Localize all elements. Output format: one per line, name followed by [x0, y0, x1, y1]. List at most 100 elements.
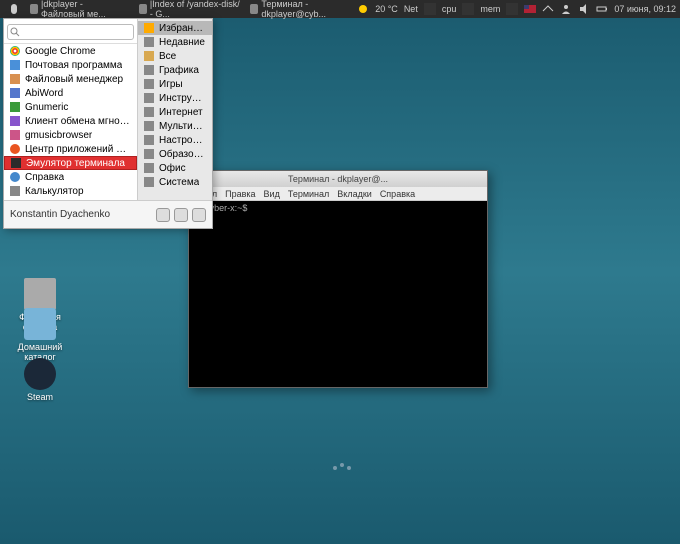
globe-icon [139, 4, 147, 14]
menu-category-item[interactable]: Игры [138, 77, 212, 91]
category-icon [144, 149, 154, 159]
app-menu-button[interactable] [4, 0, 24, 19]
menu-app-item[interactable]: gmusicbrowser [4, 128, 137, 142]
app-icon [10, 186, 20, 196]
loading-spinner [330, 462, 354, 474]
app-label: Почтовая программа [25, 60, 122, 71]
battery-icon[interactable] [596, 3, 608, 15]
category-icon [144, 107, 154, 117]
menu-category-item[interactable]: Недавние [138, 35, 212, 49]
app-label: Эмулятор терминала [26, 158, 125, 169]
desktop-icon-image [24, 308, 56, 340]
terminal-body[interactable]: r@cyber-x:~$ [189, 201, 487, 387]
menu-category-item[interactable]: Образование [138, 147, 212, 161]
menu-category-item[interactable]: Мультимедиа [138, 119, 212, 133]
task-item[interactable]: Терминал - dkplayer@cyb... [246, 0, 357, 19]
term-menu-edit[interactable]: Правка [225, 189, 255, 199]
menu-category-item[interactable]: Все [138, 49, 212, 63]
username-label: Konstantin Dyachenko [10, 209, 110, 220]
desktop-icon[interactable]: Домашний каталог [10, 308, 70, 362]
menu-app-item[interactable]: Калькулятор [4, 184, 137, 198]
app-icon [10, 116, 20, 126]
app-label: gmusicbrowser [25, 130, 92, 141]
cpu-graph-icon [462, 3, 474, 15]
menu-app-item[interactable]: AbiWord [4, 86, 137, 100]
category-label: Инструменты [159, 93, 206, 104]
menu-search-bar [4, 21, 137, 44]
category-label: Образование [159, 149, 206, 160]
menu-category-item[interactable]: Настройки [138, 133, 212, 147]
task-label: Терминал - dkplayer@cyb... [261, 0, 353, 19]
menu-category-item[interactable]: Инструменты [138, 91, 212, 105]
menu-app-item[interactable]: Gnumeric [4, 100, 137, 114]
category-label: Офис [159, 163, 186, 174]
task-label: |dkplayer - Файловый ме... [41, 0, 129, 19]
app-icon [10, 130, 20, 140]
terminal-title: Терминал - dkplayer@... [288, 174, 388, 184]
weather-text[interactable]: 20 °C [375, 4, 398, 14]
term-menu-help[interactable]: Справка [380, 189, 415, 199]
task-label: |Index of /yandex-disk/ - G... [150, 0, 240, 19]
menu-app-item[interactable]: Файловый менеджер [4, 72, 137, 86]
clock[interactable]: 07 июня, 09:12 [614, 4, 676, 14]
desktop-icon-image [24, 278, 56, 310]
app-icon [10, 102, 20, 112]
terminal-icon [250, 4, 258, 14]
system-tray: 20 °C Net cpu mem 07 июня, 09:12 [357, 3, 676, 15]
user-icon[interactable] [560, 3, 572, 15]
cpu-label[interactable]: cpu [442, 4, 457, 14]
folder-icon [30, 4, 38, 14]
menu-footer: Konstantin Dyachenko [4, 200, 212, 228]
menu-search-input[interactable] [7, 24, 134, 40]
app-icon [10, 144, 20, 154]
task-item[interactable]: |Index of /yandex-disk/ - G... [135, 0, 245, 19]
app-label: Справка [25, 172, 64, 183]
category-icon [144, 121, 154, 131]
menu-app-item[interactable]: Почтовая программа [4, 58, 137, 72]
mem-label[interactable]: mem [480, 4, 500, 14]
menu-app-item[interactable]: Эмулятор терминала [4, 156, 137, 170]
term-menu-tabs[interactable]: Вкладки [337, 189, 372, 199]
desktop-icon[interactable]: Steam [10, 358, 70, 402]
network-icon[interactable] [542, 3, 554, 15]
power-button[interactable] [192, 208, 206, 222]
menu-categories-pane: ИзбранноеНедавниеВсеГрафика Игры Инструмен… [137, 19, 212, 200]
terminal-window[interactable]: Терминал - dkplayer@... Файл Правка Вид … [188, 170, 488, 388]
terminal-titlebar[interactable]: Терминал - dkplayer@... [189, 171, 487, 187]
net-label[interactable]: Net [404, 4, 418, 14]
menu-category-item[interactable]: Офис [138, 161, 212, 175]
category-icon [144, 177, 154, 187]
term-menu-terminal[interactable]: Терминал [288, 189, 329, 199]
app-icon [10, 172, 20, 182]
app-label: Файловый менеджер [25, 74, 123, 85]
flag-icon[interactable] [524, 3, 536, 15]
settings-button[interactable] [156, 208, 170, 222]
menu-app-item[interactable]: Google Chrome [4, 44, 137, 58]
category-label: Система [159, 177, 199, 188]
application-menu: Google Chrome Почтовая программа Файловый … [3, 18, 213, 229]
task-item[interactable]: |dkplayer - Файловый ме... [26, 0, 133, 19]
desktop-icon-image [24, 358, 56, 390]
term-menu-view[interactable]: Вид [264, 189, 280, 199]
weather-icon[interactable] [357, 3, 369, 15]
menu-apps-pane: Google Chrome Почтовая программа Файловый … [4, 19, 137, 200]
menu-category-item[interactable]: Система [138, 175, 212, 189]
volume-icon[interactable] [578, 3, 590, 15]
lock-button[interactable] [174, 208, 188, 222]
menu-app-item[interactable]: Клиент обмена мгновенными со... [4, 114, 137, 128]
category-icon [144, 93, 154, 103]
app-icon [10, 88, 20, 98]
terminal-menubar: Файл Правка Вид Терминал Вкладки Справка [189, 187, 487, 201]
menu-app-item[interactable]: Центр приложений Ubuntu [4, 142, 137, 156]
menu-category-item[interactable]: Интернет [138, 105, 212, 119]
mem-graph-icon [506, 3, 518, 15]
taskbar: |dkplayer - Файловый ме... |Index of /ya… [4, 0, 357, 19]
app-icon [10, 46, 20, 56]
app-label: Gnumeric [25, 102, 68, 113]
app-icon [10, 74, 20, 84]
menu-app-item[interactable]: Справка [4, 170, 137, 184]
menu-category-item[interactable]: Графика [138, 63, 212, 77]
menu-category-item[interactable]: Избранное [138, 21, 212, 35]
category-label: Игры [159, 79, 183, 90]
net-graph-icon [424, 3, 436, 15]
